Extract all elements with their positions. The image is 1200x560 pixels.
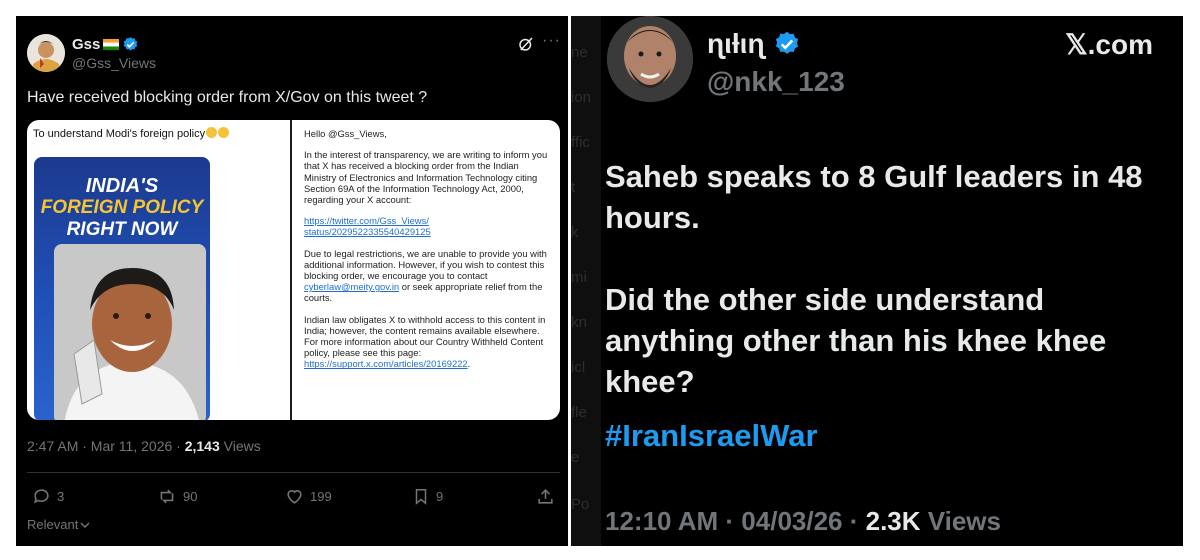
- policy-link[interactable]: https://support.x.com/articles/20169222: [304, 358, 468, 369]
- left-tweet-panel: Gss @Gss_Views ··· Have received blockin…: [16, 16, 568, 546]
- emoji-icon: [218, 127, 230, 138]
- sort-relevant-dropdown[interactable]: Relevant: [27, 517, 90, 532]
- right-tweet-text: Saheb speaks to 8 Gulf leaders in 48 hou…: [605, 156, 1165, 443]
- promo-line-2: FOREIGN POLICY: [40, 197, 204, 218]
- right-display-name-row[interactable]: ɳιƚιɳ: [707, 28, 801, 60]
- reply-icon: [33, 488, 49, 504]
- like-icon: [287, 489, 302, 504]
- repost-icon: [160, 489, 174, 503]
- views-count: 2.3K: [865, 506, 921, 536]
- promo-line-1: INDIA'S: [85, 175, 159, 197]
- blocking-notice: Hello @Gss_Views, In the interest of tra…: [294, 120, 560, 420]
- right-display-name[interactable]: ɳιƚιɳ: [707, 28, 765, 60]
- repost-button[interactable]: 90: [157, 486, 197, 506]
- divider: [27, 472, 560, 473]
- media-caption: To understand Modi's foreign policy: [33, 127, 230, 140]
- tweet-paragraph-2: Did the other side understand anything o…: [605, 282, 1107, 399]
- tweet-paragraph-1: Saheb speaks to 8 Gulf leaders in 48 hou…: [605, 159, 1143, 235]
- repost-count: 90: [183, 488, 198, 504]
- share-button[interactable]: [536, 486, 555, 506]
- chevron-down-icon: [80, 522, 90, 528]
- right-handle[interactable]: @nkk_123: [707, 66, 845, 98]
- x-com-logo: 𝕏.com: [1065, 29, 1153, 60]
- notice-tweet-link: https://twitter.com/Gss_Views/status/202…: [304, 215, 550, 237]
- reply-count: 3: [57, 488, 65, 504]
- emoji-icon: [206, 127, 218, 138]
- right-avatar[interactable]: [607, 16, 693, 102]
- bookmark-count: 9: [436, 488, 444, 504]
- laughing-man-photo: [54, 244, 206, 420]
- grok-icon[interactable]: [517, 35, 535, 53]
- bookmark-button[interactable]: 9: [412, 486, 443, 506]
- left-display-name[interactable]: Gss: [72, 36, 100, 53]
- like-button[interactable]: 199: [285, 486, 332, 506]
- bookmark-icon: [415, 488, 427, 505]
- reply-button[interactable]: 3: [32, 486, 64, 506]
- views-count: 2,143: [184, 438, 220, 454]
- hashtag-link[interactable]: #IranIsraelWar: [605, 418, 818, 454]
- email-link[interactable]: cyberlaw@meity.gov.in: [304, 281, 399, 292]
- share-icon: [538, 488, 553, 504]
- left-tweet-meta: 2:47 AM · Mar 11, 2026 · 2,143 Views: [27, 438, 261, 454]
- tweet-media-image[interactable]: To understand Modi's foreign policy INDI…: [27, 120, 560, 420]
- notice-paragraph-2: Due to legal restrictions, we are unable…: [304, 247, 547, 304]
- tweet-link-line-2[interactable]: status/2029522335540429125: [304, 226, 431, 237]
- left-avatar[interactable]: [27, 34, 65, 72]
- more-icon[interactable]: ···: [542, 32, 561, 50]
- foreign-policy-graphic: INDIA'S FOREIGN POLICY RIGHT NOW: [34, 157, 210, 420]
- notice-paragraph-3: Indian law obligates X to withhold acces…: [304, 313, 546, 370]
- left-handle[interactable]: @Gss_Views: [72, 55, 156, 71]
- tweet-link-line-1[interactable]: https://twitter.com/Gss_Views/: [304, 215, 429, 226]
- right-tweet-meta: 12:10 AM · 04/03/26 · 2.3K Views: [605, 506, 1001, 536]
- media-left-half: To understand Modi's foreign policy INDI…: [27, 120, 292, 420]
- like-count: 199: [310, 488, 332, 504]
- notice-greeting: Hello @Gss_Views,: [304, 128, 387, 139]
- right-tweet-panel: ne ion ffic t k mi kn icl fle e Po ɳιƚιɳ…: [571, 16, 1183, 546]
- background-ghost-text: ne ion ffic t k mi kn icl fle e Po: [571, 16, 601, 546]
- promo-line-3: RIGHT NOW: [66, 219, 178, 240]
- notice-paragraph-1: In the interest of transparency, we are …: [304, 149, 548, 206]
- left-tweet-text: Have received blocking order from X/Gov …: [27, 89, 428, 106]
- left-display-name-row[interactable]: Gss: [72, 36, 139, 53]
- verified-badge-icon: [124, 37, 138, 51]
- india-flag-icon: [103, 39, 120, 50]
- verified-badge-icon: [775, 31, 798, 54]
